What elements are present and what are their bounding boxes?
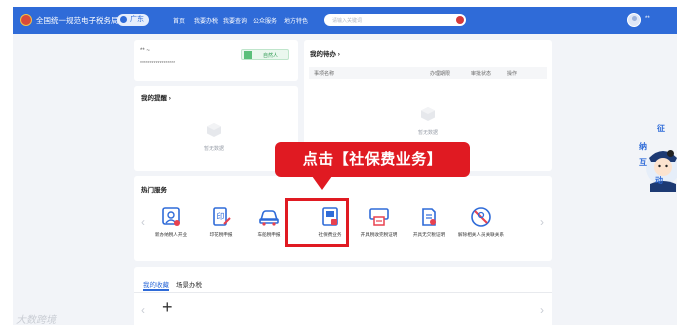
assistant-text-4: 动 xyxy=(655,176,663,185)
nav-handle-tax[interactable]: 我要办税 xyxy=(194,16,218,25)
empty-box-icon xyxy=(421,107,435,121)
column-deadline: 办理期限 xyxy=(430,71,451,77)
user-avatar[interactable] xyxy=(627,13,641,27)
tab-divider xyxy=(134,292,552,293)
instruction-callout: 点击【社保费业务】 xyxy=(275,142,470,177)
chevron-left-icon[interactable]: ‹ xyxy=(141,215,145,229)
close-mascot-icon[interactable] xyxy=(667,150,674,157)
reminder-empty-text: 暂无数据 xyxy=(204,146,225,152)
search-input[interactable]: 请输入关键词 xyxy=(332,17,362,24)
highlight-box xyxy=(285,198,349,247)
todo-empty-text: 暂无数据 xyxy=(418,130,439,136)
nav-local-features[interactable]: 地方特色 xyxy=(284,16,308,25)
chevron-left-icon[interactable]: ‹ xyxy=(141,303,145,317)
chevron-right-icon[interactable]: › xyxy=(540,303,544,317)
column-item-name: 事项名称 xyxy=(314,71,335,77)
reminder-card: 我的提醒 › 暂无数据 xyxy=(134,86,298,171)
status-badge: 自然人 xyxy=(241,49,289,60)
tab-my-favorites[interactable]: 我的收藏 xyxy=(143,279,169,289)
search-icon[interactable] xyxy=(456,16,464,24)
car-icon xyxy=(259,210,279,226)
unlink-person-icon xyxy=(471,207,491,227)
national-emblem-icon xyxy=(20,14,32,26)
watermark-logo: 大数跨境 xyxy=(16,315,56,325)
nav-query[interactable]: 我要查询 xyxy=(223,16,247,25)
column-actions: 操作 xyxy=(507,71,518,77)
store-person-icon xyxy=(162,207,180,226)
document-certificate-icon xyxy=(422,208,436,226)
user-icon xyxy=(632,16,637,21)
column-approval-status: 审批状态 xyxy=(471,71,492,77)
top-navigation-bar: 全国统一规范电子税务局 广东 首页 我要办税 我要查询 公众服务 地方特色 请输… xyxy=(13,7,677,34)
favorites-card xyxy=(134,267,552,325)
assistant-text-3: 互 xyxy=(639,158,647,167)
tab-scenario-tax[interactable]: 场景办税 xyxy=(176,279,202,289)
nav-public-service[interactable]: 公众服务 xyxy=(253,16,277,25)
chevron-right-icon[interactable]: › xyxy=(540,215,544,229)
profile-card: ** ~ ****************** 自然人 xyxy=(134,40,298,81)
reminder-title[interactable]: 我的提醒 › xyxy=(141,92,171,102)
assistant-text-2: 纳 xyxy=(639,142,647,151)
site-title[interactable]: 全国统一规范电子税务局 xyxy=(36,15,119,26)
user-name[interactable]: ** xyxy=(645,16,650,22)
nav-home[interactable]: 首页 xyxy=(173,16,185,25)
qr-icon xyxy=(244,51,252,59)
location-icon xyxy=(120,16,127,23)
active-tab-indicator xyxy=(143,289,169,291)
stamp-edit-icon: 印 xyxy=(213,207,231,226)
profile-id: ****************** xyxy=(140,61,176,67)
empty-box-icon xyxy=(207,123,221,137)
add-favorite-icon[interactable]: + xyxy=(162,297,173,318)
callout-pointer xyxy=(312,176,332,190)
profile-name: ** ~ xyxy=(140,48,150,54)
browser-viewport: 全国统一规范电子税务局 广东 首页 我要办税 我要查询 公众服务 地方特色 请输… xyxy=(13,7,677,325)
hot-services-title: 热门服务 xyxy=(141,187,167,194)
region-label: 广东 xyxy=(130,16,144,23)
search-box[interactable]: 请输入关键词 xyxy=(324,14,466,26)
assistant-text-1: 征 xyxy=(657,124,665,133)
region-selector[interactable]: 广东 xyxy=(117,14,149,26)
todo-title[interactable]: 我的待办 › xyxy=(310,48,340,58)
print-certificate-icon xyxy=(369,208,389,226)
svg-text:印: 印 xyxy=(217,212,225,221)
